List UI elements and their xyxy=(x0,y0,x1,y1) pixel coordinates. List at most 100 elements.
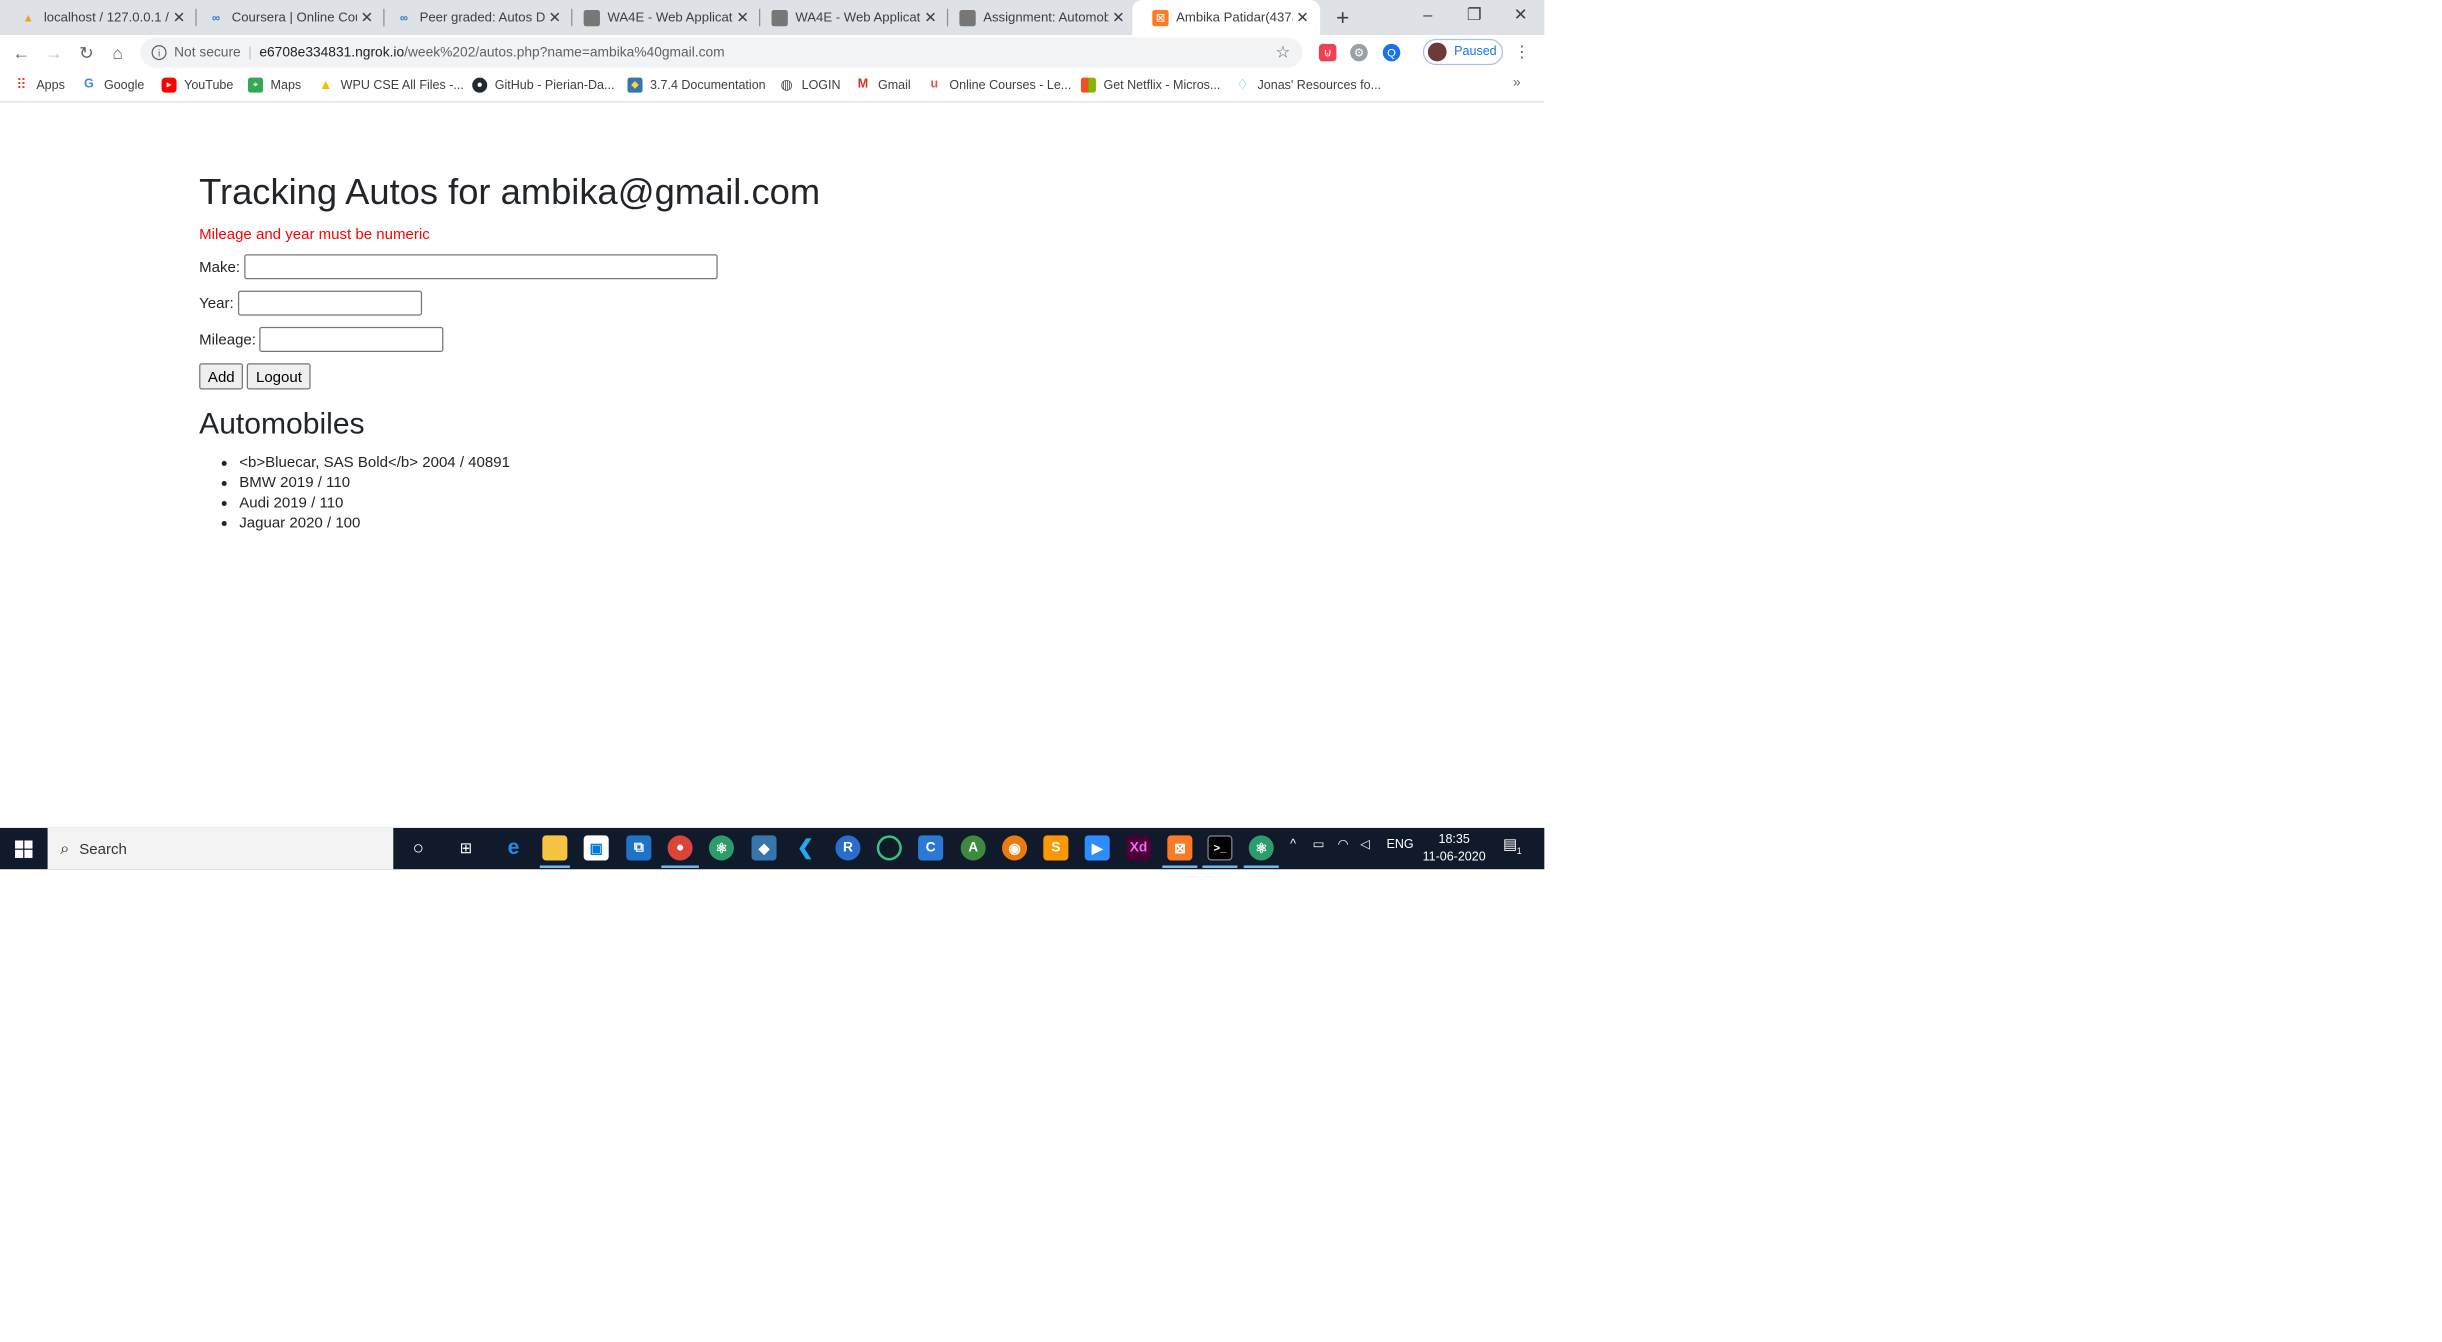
error-message: Mileage and year must be numeric xyxy=(199,225,430,243)
c-app-icon[interactable]: C xyxy=(918,835,944,861)
bookmark-label: YouTube xyxy=(184,78,234,93)
mileage-input[interactable] xyxy=(259,326,444,352)
r-icon[interactable]: R xyxy=(835,835,861,861)
cortana-icon[interactable]: ○ xyxy=(406,835,431,860)
notification-center-icon[interactable]: ▤ xyxy=(1503,835,1517,853)
mileage-row: Mileage: xyxy=(199,326,444,352)
close-tab-icon[interactable]: ✕ xyxy=(921,9,941,27)
info-icon[interactable]: i xyxy=(151,45,167,61)
system-clock[interactable]: 18:35 11-06-2020 xyxy=(1419,832,1489,867)
bookmark-udemy[interactable]: u Online Courses - Le... xyxy=(927,75,1072,95)
make-input[interactable] xyxy=(243,254,718,280)
year-row: Year: xyxy=(199,290,422,316)
terminal-app-icon[interactable]: ⧉ xyxy=(626,835,652,861)
bookmark-python-docs[interactable]: ◆ 3.7.4 Documentation xyxy=(627,75,766,95)
back-icon[interactable]: ← xyxy=(9,40,34,65)
tab-assignment[interactable]: Assignment: Automobi ✕ xyxy=(939,0,1136,35)
globe-icon: ◍ xyxy=(780,77,793,93)
android-studio-icon[interactable]: A xyxy=(960,835,986,861)
search-icon: ⌕ xyxy=(60,838,70,858)
wifi-icon[interactable]: ◠ xyxy=(1338,838,1349,852)
start-button[interactable] xyxy=(0,828,48,869)
python-icon[interactable]: ◆ xyxy=(751,835,777,861)
restore-button[interactable]: ❐ xyxy=(1452,0,1497,33)
tab-coursera[interactable]: ∞ Coursera | Online Cour ✕ xyxy=(188,0,385,35)
profile-button[interactable]: Paused xyxy=(1422,38,1504,66)
bookmark-apps[interactable]: ⠿ Apps xyxy=(14,75,65,95)
phpmyadmin-icon: ▲ xyxy=(22,11,34,24)
address-divider: | xyxy=(248,45,252,61)
bookmark-github[interactable]: ● GitHub - Pierian-Da... xyxy=(472,75,614,95)
url-host: e6708e334831.ngrok.io xyxy=(259,45,405,61)
sublime-icon[interactable]: S xyxy=(1043,835,1069,861)
battery-icon[interactable]: ▭ xyxy=(1313,838,1325,852)
file-explorer-icon[interactable] xyxy=(542,835,568,861)
security-label[interactable]: Not secure xyxy=(174,45,241,60)
tab-active-autos[interactable]: ⊠ Ambika Patidar(437aad ✕ xyxy=(1132,0,1321,36)
task-view-icon[interactable]: ⊞ xyxy=(453,835,478,860)
close-tab-icon[interactable]: ✕ xyxy=(357,9,377,27)
tab-phpmyadmin[interactable]: ▲ localhost / 127.0.0.1 / n ✕ xyxy=(0,0,197,35)
diamond-icon: ♢ xyxy=(1236,77,1249,93)
volume-icon[interactable]: ◁ xyxy=(1360,838,1370,852)
cmd-icon[interactable]: >_ xyxy=(1207,835,1233,861)
browser-toolbar: ← → ↻ ⌂ i Not secure | e6708e334831.ngro… xyxy=(0,35,1545,71)
bookmark-label: Apps xyxy=(36,78,65,93)
close-tab-icon[interactable]: ✕ xyxy=(545,9,565,27)
blender-icon[interactable]: ◉ xyxy=(1002,835,1028,861)
taskbar-active-indicator xyxy=(661,865,699,868)
close-tab-icon[interactable]: ✕ xyxy=(1108,9,1128,27)
atom-icon[interactable]: ⚛ xyxy=(708,835,734,861)
address-bar[interactable]: i Not secure | e6708e334831.ngrok.io /we… xyxy=(140,37,1303,68)
loading-app-icon[interactable] xyxy=(876,835,902,861)
tab-title: Peer graded: Autos Dat xyxy=(419,10,545,26)
clock-date: 11-06-2020 xyxy=(1422,850,1486,865)
chrome-icon[interactable]: ● xyxy=(667,835,693,861)
bookmark-jonas[interactable]: ♢ Jonas' Resources fo... xyxy=(1235,75,1381,95)
home-icon[interactable]: ⌂ xyxy=(105,40,130,65)
bookmark-netflix-microsoft[interactable]: Get Netflix - Micros... xyxy=(1080,75,1221,95)
bookmarks-overflow-icon[interactable]: » xyxy=(1513,75,1521,90)
language-indicator[interactable]: ENG xyxy=(1387,838,1414,852)
bookmark-login[interactable]: ◍ LOGIN xyxy=(779,75,841,95)
new-tab-button[interactable]: + xyxy=(1330,5,1355,30)
bookmark-star-icon[interactable]: ☆ xyxy=(1275,43,1290,63)
year-input[interactable] xyxy=(237,290,422,316)
menu-kebab-icon[interactable]: ⋮ xyxy=(1513,40,1531,65)
bookmark-wpu-drive[interactable]: ▲ WPU CSE All Files -... xyxy=(318,75,464,95)
pocket-extension-icon[interactable]: ⊍ xyxy=(1318,43,1337,62)
bookmark-label: Jonas' Resources fo... xyxy=(1257,78,1382,93)
close-window-button[interactable]: ✕ xyxy=(1498,0,1543,33)
tab-title: Ambika Patidar(437aad xyxy=(1176,10,1292,26)
bookmark-label: Maps xyxy=(270,78,302,93)
adobe-xd-icon[interactable]: Xd xyxy=(1125,835,1152,861)
atom-taskbar-icon[interactable]: ⚛ xyxy=(1248,835,1274,861)
tab-peer-graded[interactable]: ∞ Peer graded: Autos Dat ✕ xyxy=(376,0,573,35)
close-tab-icon[interactable]: ✕ xyxy=(169,9,189,27)
bookmark-label: Get Netflix - Micros... xyxy=(1103,78,1221,93)
bookmark-google[interactable]: G Google xyxy=(81,75,144,95)
bookmark-youtube[interactable]: ▸ YouTube xyxy=(161,75,234,95)
reload-icon[interactable]: ↻ xyxy=(74,40,99,65)
tray-overflow-icon[interactable]: ^ xyxy=(1290,838,1296,852)
taskbar-search[interactable]: ⌕ Search xyxy=(47,827,394,870)
bookmark-gmail[interactable]: M Gmail xyxy=(855,75,911,95)
close-tab-icon[interactable]: ✕ xyxy=(733,9,753,27)
store-icon[interactable]: ▣ xyxy=(583,835,609,861)
edge-icon[interactable]: e xyxy=(501,835,526,860)
notification-count: 1 xyxy=(1516,847,1522,857)
zoom-icon[interactable]: ▶ xyxy=(1084,835,1110,861)
minimize-button[interactable]: – xyxy=(1405,0,1450,33)
tab-wa4e-1[interactable]: WA4E - Web Applicatio ✕ xyxy=(564,0,761,35)
tab-wa4e-2[interactable]: WA4E - Web Applicatio ✕ xyxy=(752,0,949,35)
bookmark-maps[interactable]: ⌖ Maps xyxy=(247,75,302,95)
bookmark-label: Gmail xyxy=(878,78,911,93)
close-tab-icon[interactable]: ✕ xyxy=(1293,9,1313,27)
vscode-icon[interactable]: ❮ xyxy=(793,835,818,860)
add-button[interactable]: Add xyxy=(199,363,244,390)
logout-button[interactable]: Logout xyxy=(247,363,311,390)
xampp-taskbar-icon[interactable]: ⊠ xyxy=(1167,835,1193,861)
search-extension-icon[interactable]: Q xyxy=(1382,43,1401,62)
settings-extension-icon[interactable]: ⚙ xyxy=(1350,43,1368,62)
forward-icon[interactable]: → xyxy=(41,40,66,65)
